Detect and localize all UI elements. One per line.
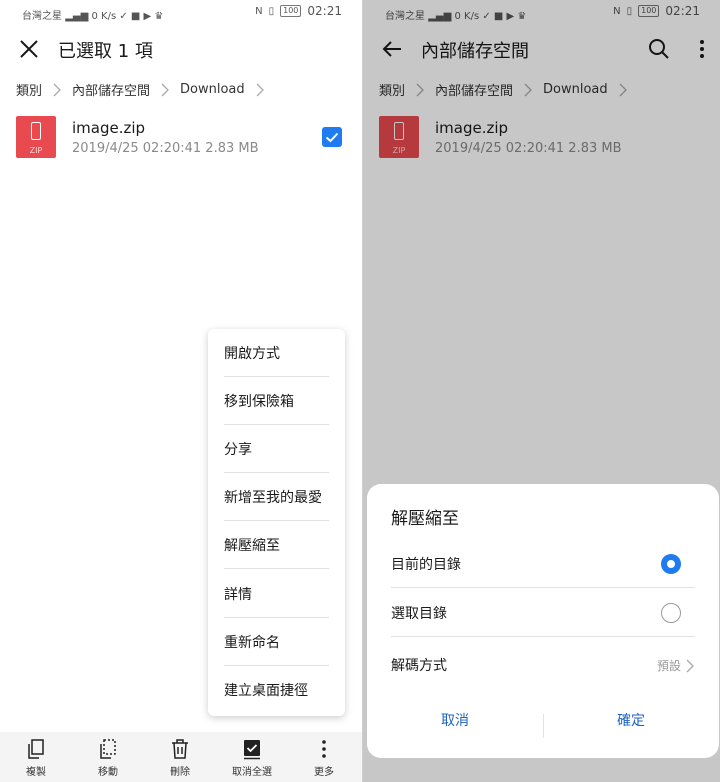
network-speed: 0 K/s [91,11,116,22]
close-icon[interactable] [18,38,40,60]
selection-appbar: 已選取 1 項 [0,26,362,72]
select-all-icon [244,740,260,760]
zip-file-icon: ZIP [16,116,56,158]
dialog-title: 解壓縮至 [391,509,459,529]
right-screen: 台灣之星 ▂▄▆ 0 K/s ✓ ■ ▶ ♛ N ▯ 100 02:21 內部儲… [363,0,720,782]
radio-selected[interactable] [661,554,681,574]
option-current-directory[interactable]: 目前的目錄 [391,540,695,588]
context-menu: 開啟方式 移到保險箱 分享 新增至我的最愛 解壓縮至 詳情 重新命名 建立桌面捷… [208,329,345,716]
chevron-right-icon [161,83,169,96]
speed-value: 0 [91,11,98,22]
breadcrumb-item-storage[interactable]: 內部儲存空間 [72,80,150,99]
left-screen: 台灣之星 ▂▄▆ 0 K/s ✓ ■ ▶ ♛ N ▯ 100 02:21 已選取… [0,0,362,782]
delete-button[interactable]: 刪除 [150,738,210,778]
vibrate-icon: ▯ [268,5,275,17]
encoding-value: 預設 [656,659,681,673]
file-meta: 2019/4/25 02:20:41 2.83 MB [72,141,259,156]
clock: 02:21 [307,4,342,18]
menu-item-move-to-safe[interactable]: 移到保險箱 [224,377,329,425]
deselect-all-button[interactable]: 取消全選 [222,738,282,778]
more-label: 更多 [314,767,334,778]
move-button[interactable]: 移動 [78,738,138,778]
signal-icon: ▂▄▆ [65,11,89,22]
breadcrumb-item-download[interactable]: Download [180,82,245,97]
nfc-icon: N [255,5,263,17]
zipper-glyph [31,122,41,140]
copy-icon [28,739,44,759]
option-label: 選取目錄 [391,605,447,622]
file-checkbox[interactable] [322,127,342,147]
trash-icon [172,739,188,759]
menu-item-open-with[interactable]: 開啟方式 [224,329,329,377]
menu-item-details[interactable]: 詳情 [224,570,329,618]
breadcrumb-item-category[interactable]: 類別 [16,80,42,99]
move-label: 移動 [98,767,118,778]
radio-unselected[interactable] [661,603,681,623]
zip-badge: ZIP [29,146,43,155]
option-choose-directory[interactable]: 選取目錄 [391,589,695,637]
breadcrumb: 類別 內部儲存空間 Download [16,80,275,99]
menu-item-extract-to[interactable]: 解壓縮至 [224,521,329,569]
file-row[interactable]: ZIP image.zip 2019/4/25 02:20:41 2.83 MB [16,116,346,160]
encoding-row[interactable]: 解碼方式 預設 [391,641,695,689]
encoding-label: 解碼方式 [391,658,447,674]
more-icon [322,740,326,758]
file-name: image.zip [72,119,146,137]
bottom-toolbar: 複製 移動 刪除 取消全選 更多 [0,732,362,782]
chevron-right-icon [256,83,264,96]
copy-label: 複製 [26,767,46,778]
chevron-right-icon [686,659,694,672]
chevron-right-icon [53,83,61,96]
delete-label: 刪除 [170,767,190,778]
confirm-button[interactable]: 確定 [543,710,719,730]
menu-item-share[interactable]: 分享 [224,425,329,473]
copy-button[interactable]: 複製 [6,738,66,778]
more-button[interactable]: 更多 [294,738,354,778]
speed-unit: K/s [101,11,117,22]
deselect-all-label: 取消全選 [232,767,272,778]
status-bar: 台灣之星 ▂▄▆ 0 K/s ✓ ■ ▶ ♛ N ▯ 100 02:21 [0,0,362,26]
menu-item-rename[interactable]: 重新命名 [224,618,329,666]
extract-dialog: 解壓縮至 目前的目錄 選取目錄 解碼方式 預設 取消 確定 [367,484,719,758]
carrier-name: 台灣之星 [22,11,62,22]
cancel-button[interactable]: 取消 [367,710,543,730]
notification-icons: ✓ ■ ▶ ♛ [119,11,164,22]
move-icon [100,739,116,759]
battery-icon: 100 [280,5,302,17]
option-label: 目前的目錄 [391,556,461,573]
page-title: 已選取 1 項 [58,41,153,62]
menu-item-desktop-shortcut[interactable]: 建立桌面捷徑 [224,666,329,714]
menu-item-add-favorite[interactable]: 新增至我的最愛 [224,473,329,521]
